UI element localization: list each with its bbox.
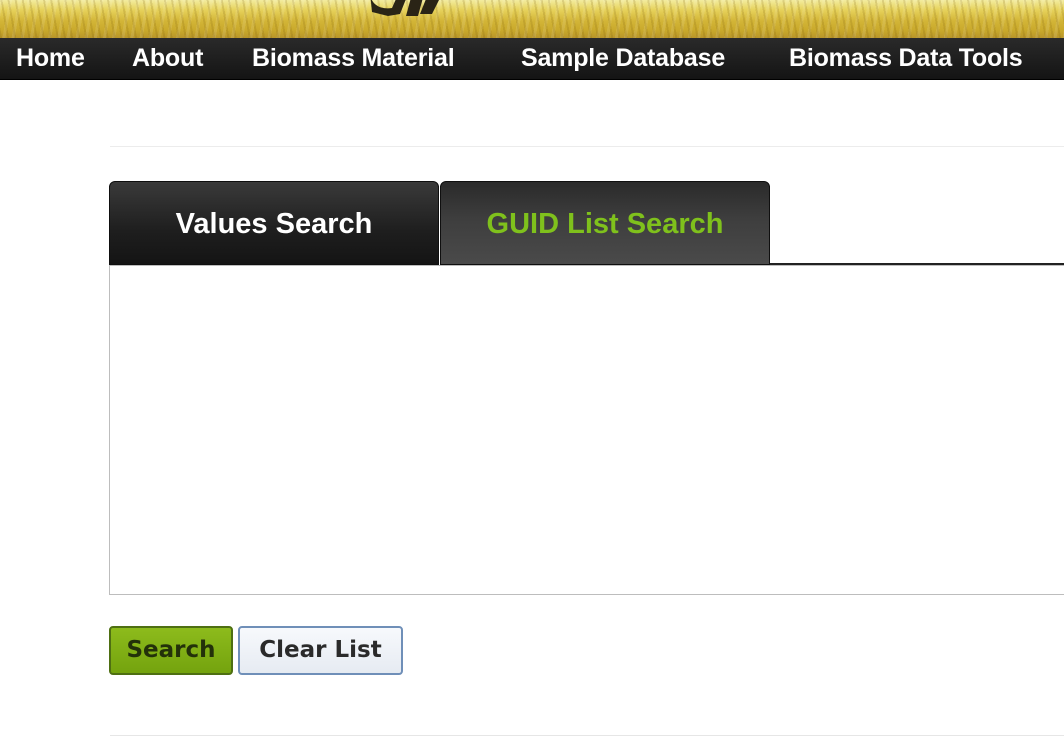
nav-biomass-data-tools[interactable]: Biomass Data Tools — [789, 38, 1023, 79]
tab-values-search[interactable]: Values Search — [109, 181, 439, 265]
nav-about[interactable]: About — [132, 38, 203, 79]
nav-sample-database[interactable]: Sample Database — [521, 38, 725, 79]
tab-guid-list-search[interactable]: GUID List Search — [440, 181, 770, 265]
header-banner — [0, 0, 1064, 38]
search-button[interactable]: Search — [109, 626, 233, 675]
guid-list-input[interactable] — [109, 265, 1064, 595]
site-logo-fragment — [366, 0, 448, 16]
content-top-divider — [110, 146, 1064, 147]
nav-home[interactable]: Home — [16, 38, 85, 79]
nav-biomass-material[interactable]: Biomass Material — [252, 38, 455, 79]
search-tabs: Values Search GUID List Search — [109, 181, 1064, 265]
content-bottom-divider — [110, 735, 1064, 736]
clear-list-button[interactable]: Clear List — [238, 626, 403, 675]
main-nav: Home About Biomass Material Sample Datab… — [0, 38, 1064, 80]
